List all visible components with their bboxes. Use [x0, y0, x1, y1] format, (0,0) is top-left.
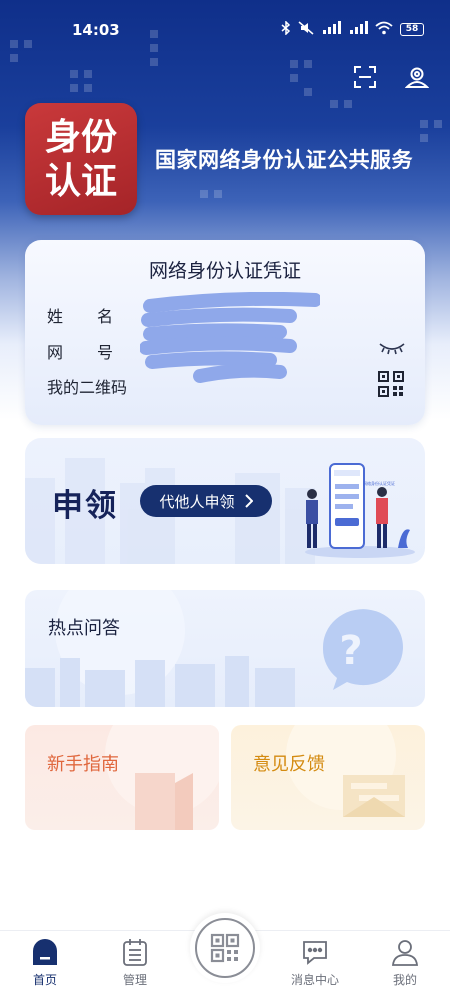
qr-code-icon — [210, 933, 240, 963]
feedback-decoration — [286, 725, 405, 817]
scan-icon — [354, 66, 376, 88]
nav-home[interactable]: 首页 — [10, 937, 80, 988]
scan-button[interactable] — [352, 64, 378, 90]
toggle-visibility-button[interactable] — [378, 340, 406, 356]
guide-card[interactable]: 新手指南 — [25, 725, 219, 830]
apply-illustration — [305, 463, 415, 558]
home-icon — [33, 939, 57, 965]
top-actions — [352, 64, 430, 90]
nav-profile-label: 我的 — [392, 973, 417, 987]
bluetooth-icon — [281, 20, 291, 38]
user-settings-icon — [405, 67, 429, 88]
logo-line1: 身份 — [44, 116, 117, 158]
faq-card[interactable]: ? 热点问答 — [25, 590, 425, 707]
apply-for-others-button[interactable]: 代他人申领 — [140, 485, 272, 517]
nav-messages-label: 消息中心 — [290, 973, 339, 987]
status-bar: 14:03 58 — [0, 0, 450, 60]
credential-card[interactable]: 网络身份认证凭证 姓名 网号 我的二维码 — [25, 240, 425, 425]
svg-text:?: ? — [339, 628, 362, 674]
wifi-icon — [375, 21, 393, 38]
signal-hd-icon — [348, 21, 368, 38]
qr-code-icon — [378, 371, 404, 397]
apply-for-others-label: 代他人申领 — [159, 492, 235, 511]
illustration-caption: 网络身份认证凭证 — [363, 481, 395, 486]
faq-title: 热点问答 — [48, 618, 120, 639]
guide-decoration — [105, 725, 219, 830]
nav-profile[interactable]: 我的 — [370, 937, 440, 988]
eye-closed-icon — [379, 343, 405, 355]
mute-icon — [298, 21, 314, 38]
guide-title: 新手指南 — [47, 754, 119, 775]
feedback-title: 意见反馈 — [253, 754, 325, 775]
nav-messages[interactable]: 消息中心 — [280, 937, 350, 988]
app-title: 国家网络身份认证公共服务 — [155, 147, 413, 172]
my-qr-button[interactable] — [378, 371, 404, 397]
apply-title: 申领 — [52, 488, 118, 524]
signal-hd-icon — [321, 21, 341, 38]
credential-title: 网络身份认证凭证 — [148, 260, 301, 282]
nav-qr-ring — [195, 918, 255, 978]
faq-decoration: ? — [25, 590, 403, 707]
manage-icon — [123, 939, 147, 966]
app-logo: 身份 认证 — [25, 103, 137, 215]
apply-card[interactable]: 申领 代他人申领 网络身份认证凭证 — [25, 438, 425, 564]
status-icons: 58 — [281, 20, 424, 38]
chevron-right-icon — [244, 494, 253, 508]
nav-manage[interactable]: 管理 — [100, 937, 170, 988]
profile-icon — [392, 940, 418, 966]
battery-icon: 58 — [400, 23, 424, 36]
name-label: 姓名 — [47, 307, 148, 326]
bottom-nav: 首页 管理 消息中心 我的 — [0, 913, 450, 1000]
redacted-info — [140, 292, 320, 383]
feedback-card[interactable]: 意见反馈 — [231, 725, 425, 830]
message-icon — [303, 941, 327, 965]
logo-line2: 认证 — [44, 160, 117, 202]
status-time: 14:03 — [72, 21, 120, 39]
nav-home-label: 首页 — [32, 973, 57, 987]
user-settings-button[interactable] — [404, 64, 430, 90]
my-qr-label: 我的二维码 — [47, 378, 128, 397]
nav-qr-button[interactable] — [190, 913, 260, 983]
number-label: 网号 — [47, 343, 148, 362]
nav-manage-label: 管理 — [122, 973, 147, 987]
